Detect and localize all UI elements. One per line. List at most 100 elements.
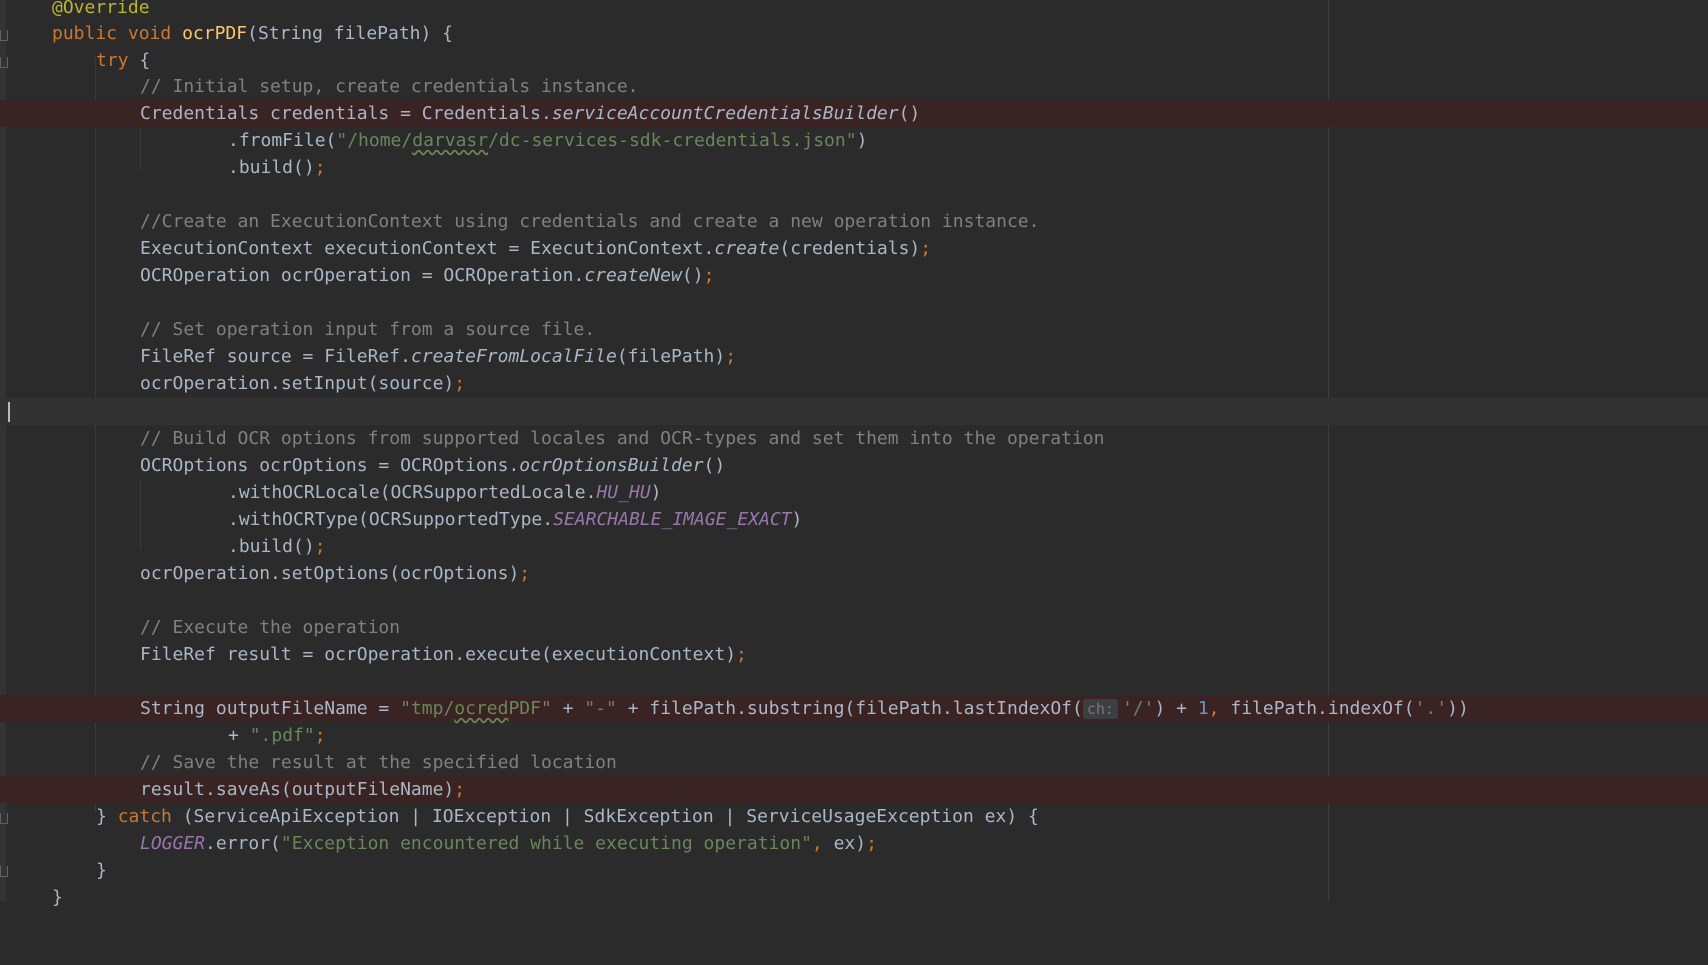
code-text: ) bbox=[856, 130, 868, 151]
code-text: () bbox=[681, 265, 704, 286]
parameter-hint: ch: bbox=[1082, 699, 1118, 719]
char-literal: '/' bbox=[1121, 698, 1155, 719]
code-line[interactable]: // Execute the operation bbox=[0, 614, 1708, 641]
code-line-breakpoint[interactable]: result.saveAs(outputFileName); bbox=[0, 776, 1708, 803]
code-text: ) bbox=[650, 482, 662, 503]
pdf-suffix: + ".pdf"; bbox=[228, 722, 326, 749]
code-text: ) bbox=[791, 509, 803, 530]
comment: // Execute the operation bbox=[140, 617, 401, 638]
code-line[interactable]: LOGGER.error("Exception encountered whil… bbox=[0, 830, 1708, 857]
comment: //Create an ExecutionContext using crede… bbox=[140, 211, 1040, 232]
code-text: (ServiceApiException | IOException | Sdk… bbox=[171, 806, 1039, 827]
code-line-breakpoint[interactable]: String outputFileName = "tmp/ocredPDF" +… bbox=[0, 695, 1708, 722]
with-type-call: .withOCRType(OCRSupportedType.SEARCHABLE… bbox=[228, 506, 802, 533]
code-line[interactable]: // Build OCR options from supported loca… bbox=[0, 425, 1708, 452]
code-text: String outputFileName = bbox=[140, 698, 401, 719]
code-text: + bbox=[616, 698, 650, 719]
code-text: ocrOperation.setInput(source) bbox=[140, 373, 455, 394]
code-line[interactable]: .build(); bbox=[0, 154, 1708, 181]
code-text: .withOCRType(OCRSupportedType. bbox=[228, 509, 554, 530]
semicolon: ; bbox=[725, 346, 737, 367]
semicolon: ; bbox=[454, 779, 466, 800]
semicolon: ; bbox=[314, 157, 326, 178]
build-call: .build(); bbox=[228, 533, 326, 560]
code-line[interactable]: //Create an ExecutionContext using crede… bbox=[0, 208, 1708, 235]
semicolon: ; bbox=[866, 833, 877, 854]
code-text: filePath.substring(filePath.lastIndexOf( bbox=[649, 698, 1083, 719]
code-line[interactable]: // Set operation input from a source fil… bbox=[0, 316, 1708, 343]
static-method: serviceAccountCredentialsBuilder bbox=[551, 103, 899, 124]
code-line[interactable]: .withOCRLocale(OCRSupportedLocale.HU_HU) bbox=[0, 479, 1708, 506]
code-text: ) + bbox=[1154, 698, 1198, 719]
fold-marker-icon[interactable] bbox=[0, 866, 8, 877]
fold-marker-icon[interactable] bbox=[0, 57, 8, 68]
comma: , bbox=[1208, 698, 1220, 719]
code-editor[interactable]: @Override public void ocrPDF(String file… bbox=[0, 0, 1708, 908]
fold-marker-icon[interactable] bbox=[0, 813, 8, 824]
code-text: FileRef source = FileRef. bbox=[140, 346, 411, 367]
code-text: .withOCRLocale(OCRSupportedLocale. bbox=[228, 482, 597, 503]
string-literal: "Exception encountered while executing o… bbox=[280, 833, 812, 854]
comment: // Save the result at the specified loca… bbox=[140, 752, 617, 773]
code-text: filePath.indexOf( bbox=[1219, 698, 1415, 719]
code-line[interactable]: OCROptions ocrOptions = OCROptions.ocrOp… bbox=[0, 452, 1708, 479]
code-line[interactable]: .withOCRType(OCRSupportedType.SEARCHABLE… bbox=[0, 506, 1708, 533]
code-line[interactable]: try { bbox=[0, 47, 1708, 74]
code-line[interactable]: ExecutionContext executionContext = Exec… bbox=[0, 235, 1708, 262]
code-line[interactable]: FileRef source = FileRef.createFromLocal… bbox=[0, 343, 1708, 370]
static-method: createFromLocalFile bbox=[410, 346, 617, 367]
string-literal: /dc-services-sdk-credentials.json" bbox=[488, 130, 857, 151]
code-line[interactable]: // Initial setup, create credentials ins… bbox=[0, 73, 1708, 100]
ocr-options-statement: OCROptions ocrOptions = OCROptions.ocrOp… bbox=[140, 452, 725, 479]
code-line[interactable]: } bbox=[0, 857, 1708, 884]
ocr-operation-statement: OCROperation ocrOperation = OCROperation… bbox=[140, 262, 714, 289]
code-text: result.saveAs(outputFileName) bbox=[140, 779, 455, 800]
fold-marker-icon[interactable] bbox=[0, 30, 8, 41]
code-line[interactable]: ocrOperation.setInput(source); bbox=[0, 370, 1708, 397]
execution-context-statement: ExecutionContext executionContext = Exec… bbox=[140, 235, 931, 262]
semicolon: ; bbox=[314, 725, 326, 746]
code-line[interactable]: .build(); bbox=[0, 533, 1708, 560]
try-statement: try { bbox=[96, 47, 150, 74]
closing-brace: } bbox=[52, 887, 63, 908]
code-text: (filePath) bbox=[616, 346, 726, 367]
code-text: Credentials credentials = Credentials. bbox=[140, 103, 552, 124]
save-as-statement: result.saveAs(outputFileName); bbox=[140, 776, 465, 803]
annotation-token: @Override bbox=[52, 0, 150, 18]
credentials-statement: Credentials credentials = Credentials.se… bbox=[140, 100, 920, 127]
closing-brace: } bbox=[96, 860, 107, 881]
code-line[interactable]: } catch (ServiceApiException | IOExcepti… bbox=[0, 803, 1708, 830]
keyword-public: public bbox=[52, 23, 118, 44]
with-locale-call: .withOCRLocale(OCRSupportedLocale.HU_HU) bbox=[228, 479, 662, 506]
code-line[interactable]: .fromFile("/home/darvasr/dc-services-sdk… bbox=[0, 127, 1708, 154]
set-options-statement: ocrOperation.setOptions(ocrOptions); bbox=[140, 560, 530, 587]
enum-constant: HU_HU bbox=[596, 482, 651, 503]
comment: // Initial setup, create credentials ins… bbox=[140, 76, 639, 97]
code-line[interactable]: public void ocrPDF(String filePath) { bbox=[0, 20, 1708, 47]
static-field: LOGGER bbox=[140, 833, 206, 854]
string-literal: PDF" bbox=[508, 698, 552, 719]
method-name: ocrPDF bbox=[182, 23, 248, 44]
string-literal: "/home/ bbox=[336, 130, 413, 151]
current-line-highlight[interactable] bbox=[0, 398, 1708, 425]
code-text: )) bbox=[1447, 698, 1469, 719]
code-text: OCROptions ocrOptions = OCROptions. bbox=[140, 455, 520, 476]
code-line[interactable]: } bbox=[0, 884, 1708, 911]
code-line[interactable]: ocrOperation.setOptions(ocrOptions); bbox=[0, 560, 1708, 587]
semicolon: ; bbox=[519, 563, 531, 584]
string-literal: "tmp/ bbox=[400, 698, 455, 719]
char-literal: '.' bbox=[1414, 698, 1448, 719]
code-line[interactable]: OCROperation ocrOperation = OCROperation… bbox=[0, 262, 1708, 289]
build-call: .build(); bbox=[228, 154, 326, 181]
code-line[interactable]: @Override bbox=[0, 0, 1708, 21]
code-line[interactable]: FileRef result = ocrOperation.execute(ex… bbox=[0, 641, 1708, 668]
code-line-breakpoint[interactable]: Credentials credentials = Credentials.se… bbox=[0, 100, 1708, 127]
semicolon: ; bbox=[920, 238, 932, 259]
code-line[interactable]: // Save the result at the specified loca… bbox=[0, 749, 1708, 776]
string-literal: "-" bbox=[584, 698, 617, 719]
from-file-call: .fromFile("/home/darvasr/dc-services-sdk… bbox=[228, 127, 867, 154]
code-line[interactable]: + ".pdf"; bbox=[0, 722, 1708, 749]
code-text: .fromFile( bbox=[228, 130, 337, 151]
number-literal: 1 bbox=[1197, 698, 1209, 719]
code-text: OCROperation ocrOperation = OCROperation… bbox=[140, 265, 585, 286]
